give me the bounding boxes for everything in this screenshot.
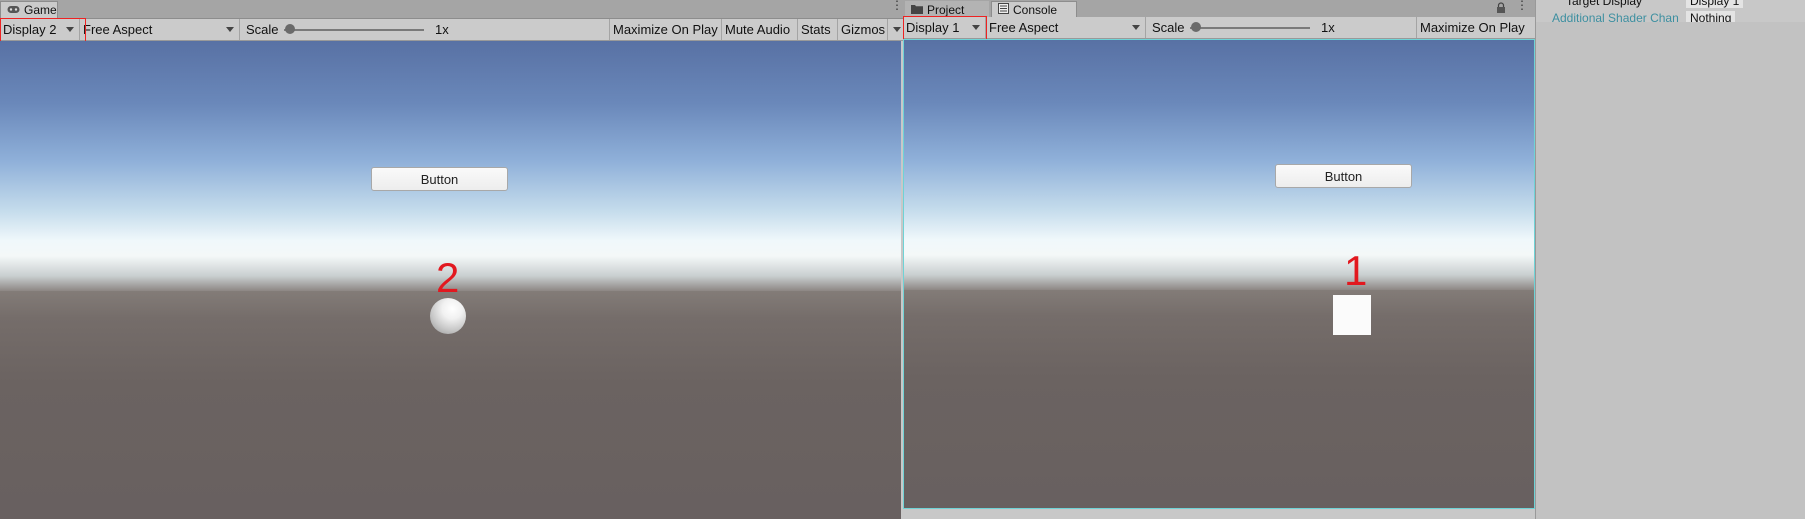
- sky: [904, 40, 1534, 290]
- cube-object: [1333, 295, 1371, 335]
- maximize-on-play-toggle[interactable]: Maximize On Play: [609, 19, 722, 40]
- stats-toggle[interactable]: Stats: [798, 19, 838, 40]
- stats-label: Stats: [801, 22, 831, 37]
- gizmos-label: Gizmos: [841, 22, 886, 37]
- scale-label: Scale: [246, 22, 279, 37]
- inspector-background: [1536, 22, 1805, 519]
- mute-audio-toggle[interactable]: Mute Audio: [722, 19, 798, 40]
- target-display-value[interactable]: Display 1: [1686, 0, 1744, 8]
- aspect-dropdown[interactable]: Free Aspect: [80, 19, 240, 40]
- game-viewport-left[interactable]: Button 2: [0, 41, 901, 519]
- scale-control: Scale 1x: [240, 19, 610, 40]
- inspector-row-shader-channels: Additional Shader Chan Nothing: [1536, 9, 1805, 22]
- scale-slider-handle[interactable]: [285, 24, 295, 34]
- console-icon: [998, 3, 1009, 17]
- gamepad-icon: [7, 3, 20, 17]
- aspect-dropdown-label: Free Aspect: [83, 22, 153, 37]
- annotation-number: 2: [436, 254, 460, 301]
- chevron-down-icon: [226, 27, 234, 32]
- right-panel-menu-icon[interactable]: ⋮: [1516, 0, 1528, 11]
- left-panel-menu-icon[interactable]: ⋮: [891, 0, 903, 11]
- left-game-toolbar: Display 2 Free Aspect Scale 1x Maximize …: [0, 19, 905, 41]
- maximize-on-play-label: Maximize On Play: [613, 22, 718, 37]
- scale-label: Scale: [1152, 20, 1185, 35]
- shader-channels-label: Additional Shader Chan: [1552, 11, 1679, 22]
- inspector-strip: Target Display Display 1 Additional Shad…: [1535, 0, 1805, 519]
- game-ui-button[interactable]: Button: [1275, 164, 1412, 188]
- tab-console[interactable]: Console: [991, 1, 1077, 18]
- aspect-dropdown[interactable]: Free Aspect: [986, 17, 1146, 38]
- chevron-down-icon: [893, 27, 901, 32]
- tab-game[interactable]: Game: [0, 1, 58, 18]
- chevron-down-icon: [1132, 25, 1140, 30]
- scale-slider-handle[interactable]: [1191, 22, 1201, 32]
- right-game-toolbar: Display 1 Free Aspect Scale 1x Maximize …: [903, 17, 1535, 39]
- lock-icon[interactable]: [1496, 2, 1506, 17]
- scale-value: 1x: [435, 22, 449, 37]
- scale-slider-track[interactable]: [1190, 27, 1310, 29]
- tab-project-label: Project: [927, 2, 965, 17]
- ground-plane: [904, 290, 1534, 508]
- inspector-row-target-display: Target Display Display 1: [1536, 0, 1805, 8]
- sphere-object: [430, 298, 466, 334]
- scale-control: Scale 1x: [1146, 17, 1416, 38]
- gizmos-toggle[interactable]: Gizmos: [838, 19, 888, 40]
- scale-slider-track[interactable]: [284, 29, 424, 31]
- tab-game-label: Game: [24, 3, 57, 17]
- mute-audio-label: Mute Audio: [725, 22, 791, 37]
- tab-console-label: Console: [1013, 3, 1058, 17]
- game-viewport-right[interactable]: Button 1: [903, 39, 1535, 509]
- game-ui-button[interactable]: Button: [371, 167, 508, 191]
- left-tab-bar: Game ⋮: [0, 0, 905, 19]
- annotation-number: 1: [1344, 247, 1368, 294]
- folder-icon: [911, 3, 923, 17]
- shader-channels-value[interactable]: Nothing: [1686, 11, 1736, 22]
- maximize-on-play-label: Maximize On Play: [1420, 20, 1525, 35]
- target-display-label: Target Display: [1566, 0, 1643, 8]
- maximize-on-play-toggle[interactable]: Maximize On Play: [1416, 17, 1529, 38]
- scale-value: 1x: [1321, 20, 1335, 35]
- aspect-dropdown-label: Free Aspect: [989, 20, 1059, 35]
